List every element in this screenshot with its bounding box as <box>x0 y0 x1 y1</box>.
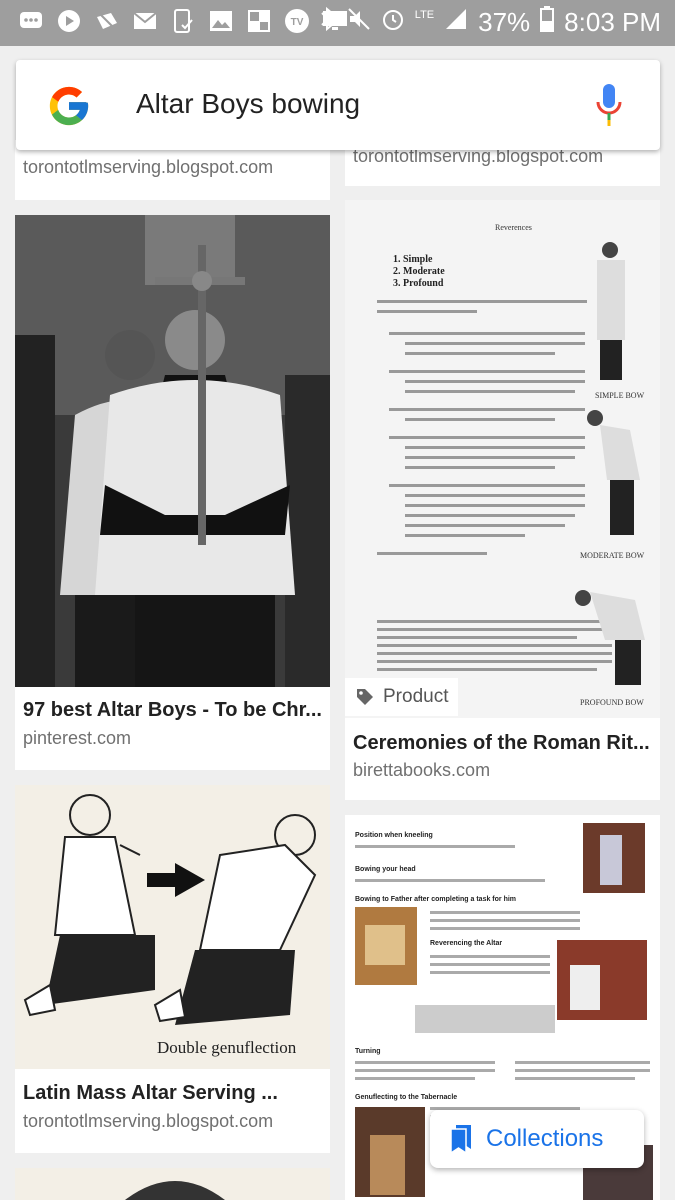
doc-caption: PROFOUND BOW <box>580 698 644 707</box>
result-source: pinterest.com <box>23 728 132 748</box>
result-image[interactable] <box>15 1168 330 1200</box>
doc-caption: MODERATE BOW <box>580 551 645 560</box>
no-signal-icon <box>94 8 120 34</box>
doc-list-item: 2. Moderate <box>393 266 445 277</box>
phone-check-icon <box>170 8 196 34</box>
alarm-icon <box>381 7 405 38</box>
doc-heading: Reverencing the Altar <box>430 940 502 947</box>
doc-caption: SIMPLE BOW <box>595 391 645 400</box>
battery-percent: 37% <box>478 7 531 37</box>
doc-list-item: 1. Simple <box>393 254 433 265</box>
mute-icon <box>347 7 371 38</box>
product-chip-label: Product <box>383 686 449 707</box>
search-bar[interactable]: Altar Boys bowing <box>16 60 660 150</box>
search-query[interactable]: Altar Boys bowing <box>136 88 360 120</box>
result-card[interactable]: Double genuflection Latin Mass Altar Ser… <box>15 785 330 1153</box>
result-card[interactable] <box>15 1168 330 1200</box>
mail-icon <box>132 8 158 34</box>
bookmark-stack-icon <box>450 1125 471 1154</box>
notification-icons: TV <box>18 8 348 34</box>
doc-heading: Bowing your head <box>355 866 416 873</box>
product-chip[interactable]: Product <box>345 678 459 716</box>
bluetooth-icon <box>319 6 337 39</box>
result-image[interactable]: Reverences 1. Simple 2. Moderate 3. Prof… <box>345 200 660 718</box>
play-icon <box>56 8 82 34</box>
doc-heading: Turning <box>355 1048 381 1055</box>
doc-heading: Position when kneeling <box>355 832 433 839</box>
collections-button[interactable]: Collections <box>430 1110 644 1168</box>
system-icons: LTE 37% 8:03 PM <box>319 6 661 39</box>
result-source: torontotlmserving.blogspot.com <box>23 1111 274 1131</box>
news-icon <box>246 8 272 34</box>
doc-heading: Genuflecting to the Tabernacle <box>355 1094 457 1101</box>
result-title: Ceremonies of the Roman Rit... <box>353 732 650 754</box>
result-source: birettabooks.com <box>353 760 491 780</box>
result-image[interactable]: Double genuflection <box>15 785 330 1069</box>
tv-icon: TV <box>284 8 310 34</box>
result-card[interactable]: Reverences 1. Simple 2. Moderate 3. Prof… <box>345 200 660 800</box>
doc-heading: Bowing to Father after completing a task… <box>355 896 516 903</box>
svg-text:TV: TV <box>291 17 304 28</box>
collections-label: Collections <box>486 1125 604 1152</box>
clock: 8:03 PM <box>564 7 661 37</box>
microphone-icon[interactable] <box>594 82 624 128</box>
result-title: 97 best Altar Boys - To be Chr... <box>23 699 322 721</box>
messages-icon <box>18 8 44 34</box>
result-title: Latin Mass Altar Serving ... <box>23 1082 278 1104</box>
result-image[interactable] <box>15 215 330 687</box>
tag-icon <box>357 689 373 705</box>
result-source: torontotlmserving.blogspot.com <box>23 157 274 177</box>
google-logo-icon[interactable] <box>46 83 92 129</box>
status-bar: TV LTE 37% 8:03 PM <box>0 0 675 46</box>
doc-list-item: 3. Profound <box>393 278 444 289</box>
gallery-icon <box>208 8 234 34</box>
battery-icon <box>540 6 555 39</box>
image-caption: Double genuflection <box>157 1038 297 1057</box>
doc-heading: Reverences <box>495 223 532 232</box>
result-card[interactable]: 97 best Altar Boys - To be Chr... pinter… <box>15 215 330 770</box>
signal-icon <box>444 7 468 38</box>
lte-label: LTE <box>414 8 435 21</box>
